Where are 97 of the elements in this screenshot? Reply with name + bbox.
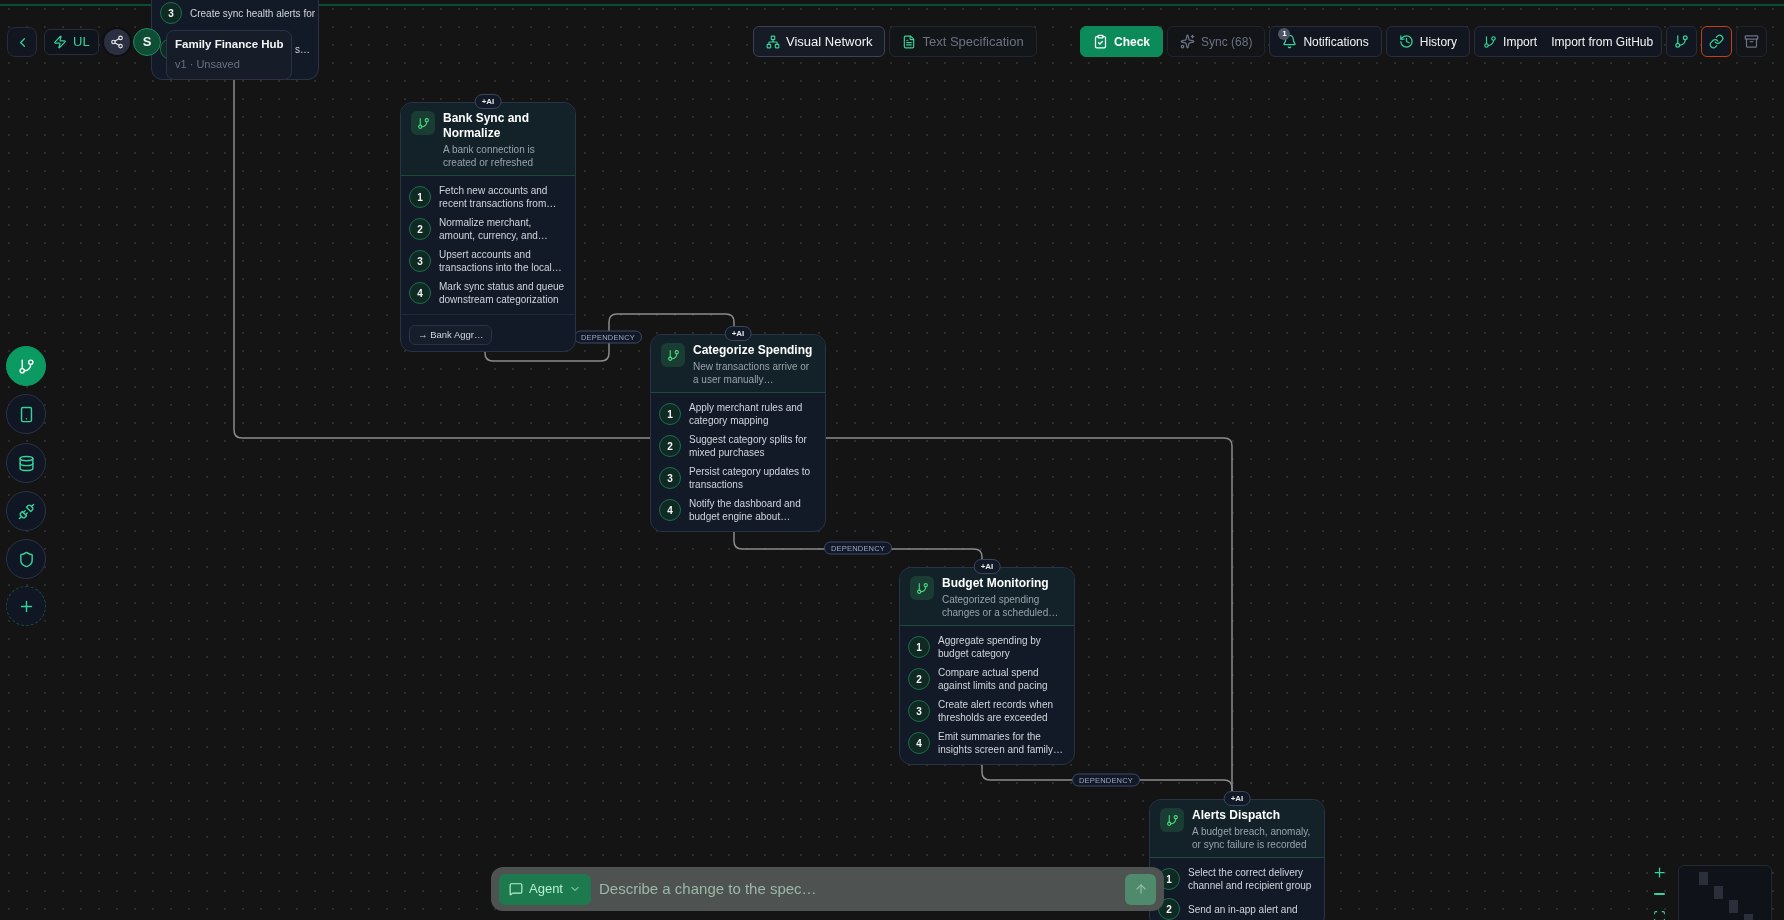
step-text: Upsert accounts and transactions into the local… [439,248,563,274]
step-text: Create alert records when thresholds are exceeded [938,698,1055,724]
step-text: Normalize merchant, amount, currency, and… [439,216,549,242]
sidebar-button[interactable] [6,491,46,531]
plug-icon [17,502,35,520]
project-meta: v1 · Unsaved [175,57,241,72]
sidebar-button[interactable] [6,539,46,579]
step-number: 3 [160,2,182,24]
card-trigger: Categorized spending changes or a scheduled… [942,593,1060,619]
branch-icon [411,111,435,135]
zoom-in-button[interactable] [1651,864,1667,880]
step-text: Send an in-app alert and [1188,902,1298,916]
branch-icon [910,576,934,600]
sidebar-button[interactable] [6,346,46,386]
step-number: 3 [908,700,930,722]
ai-badge[interactable]: +AI [973,559,1001,574]
document-icon [902,34,917,49]
step-number: 1 [908,636,930,658]
step-text: Apply merchant rules and category mapping [689,401,804,427]
step-text: Create sync health alerts for [190,6,316,20]
history-icon [1398,34,1414,49]
flow-card[interactable] [899,567,1075,765]
import-button[interactable]: Import Import from GitHub [1474,26,1663,57]
mode-button[interactable]: UL [44,29,99,55]
step-text: Aggregate spending by budget category [938,634,1042,660]
step-number: 4 [409,282,431,304]
step-text: Notify the dashboard and budget engine about… [689,497,802,523]
share-icon [110,35,124,49]
user-avatar[interactable]: S [133,28,161,56]
view-tab[interactable]: Visual Network [753,26,886,57]
sidebar-button[interactable] [6,394,46,434]
step-number: 1 [659,403,681,425]
step-number: 1 [409,186,431,208]
step-number: 4 [659,499,681,521]
flow-card[interactable] [400,102,576,353]
card-title: Budget Monitoring [942,576,1050,591]
shield-icon [17,550,35,568]
branch-icon [661,343,685,367]
step-text: Persist category updates to transactions [689,465,812,491]
card-trigger: New transactions arrive or a user manually… [693,360,811,386]
arrow-up-icon [1133,882,1148,896]
step-text: Mark sync status and queue downstream categorization [439,280,566,306]
network-icon [766,34,780,49]
step-text: Suggest category splits for mixed purchases [689,433,808,459]
check-button[interactable]: Check [1080,26,1164,57]
branch-icon [17,357,35,375]
import-label: Import [1503,33,1538,51]
branch-icon [1160,808,1184,832]
card-title: Alerts Dispatch [1192,808,1282,823]
link-button[interactable] [1701,26,1733,57]
step-number: 2 [908,668,930,690]
step-number: 2 [409,218,431,240]
view-tab[interactable]: Text Specification [889,26,1037,57]
link-icon [1709,34,1725,49]
history-button[interactable]: History [1385,26,1471,57]
share-button[interactable] [102,27,132,57]
chat-icon [509,882,523,896]
clipboard-check-icon [1093,34,1108,49]
card-trigger: A bank connection is created or refreshed [443,143,536,169]
card-title: Categorize Spending [693,343,814,358]
fit-view-icon [1652,909,1666,920]
step-text: Fetch new accounts and recent transactions from… [439,184,558,210]
link-chip[interactable]: → Bank Aggr… [409,325,493,346]
fit-view-button[interactable] [1651,908,1667,920]
database-icon [17,454,35,472]
agent-mode-button[interactable]: Agent [499,873,591,905]
notification-badge: 1 [1278,28,1291,40]
notifications-button[interactable]: 1 Notifications [1269,26,1382,57]
ai-badge[interactable]: +AI [724,326,752,341]
step-number: 3 [409,250,431,272]
branch-button[interactable] [1666,26,1698,57]
archive-icon [1744,34,1760,49]
branch-icon [1674,34,1690,49]
sidebar-button[interactable] [6,443,46,483]
step-text: Emit summaries for the insights screen and family… [938,730,1065,756]
ai-badge[interactable]: +AI [474,94,502,109]
import-from-github-label: Import from GitHub [1551,33,1654,51]
step-text: Select the correct delivery channel and recipient group [1188,866,1313,892]
sparkles-icon [1180,34,1196,49]
archive-button[interactable] [1736,26,1768,57]
chat-input-field[interactable]: Agent Describe a change to the spec… [491,867,1164,911]
card-title: Bank Sync and Normalize [443,111,531,141]
step-number: 3 [659,467,681,489]
card-trigger: A budget breach, anomaly, or sync failure is recorded [1192,825,1312,851]
step-number: 2 [659,435,681,457]
step-text: Compare actual spend against limits and pacing [938,666,1049,692]
lightning-icon [53,35,67,49]
flow-card[interactable] [650,334,826,532]
ai-badge[interactable]: +AI [1223,791,1251,806]
step-text: s… [295,42,310,56]
minus-icon [1653,893,1665,895]
plus-icon [1651,864,1667,880]
bell-icon [1282,34,1298,49]
step-number: 4 [908,732,930,754]
send-button[interactable] [1125,873,1156,905]
branch-icon [1483,34,1498,49]
project-name: Family Finance Hub [175,37,283,52]
